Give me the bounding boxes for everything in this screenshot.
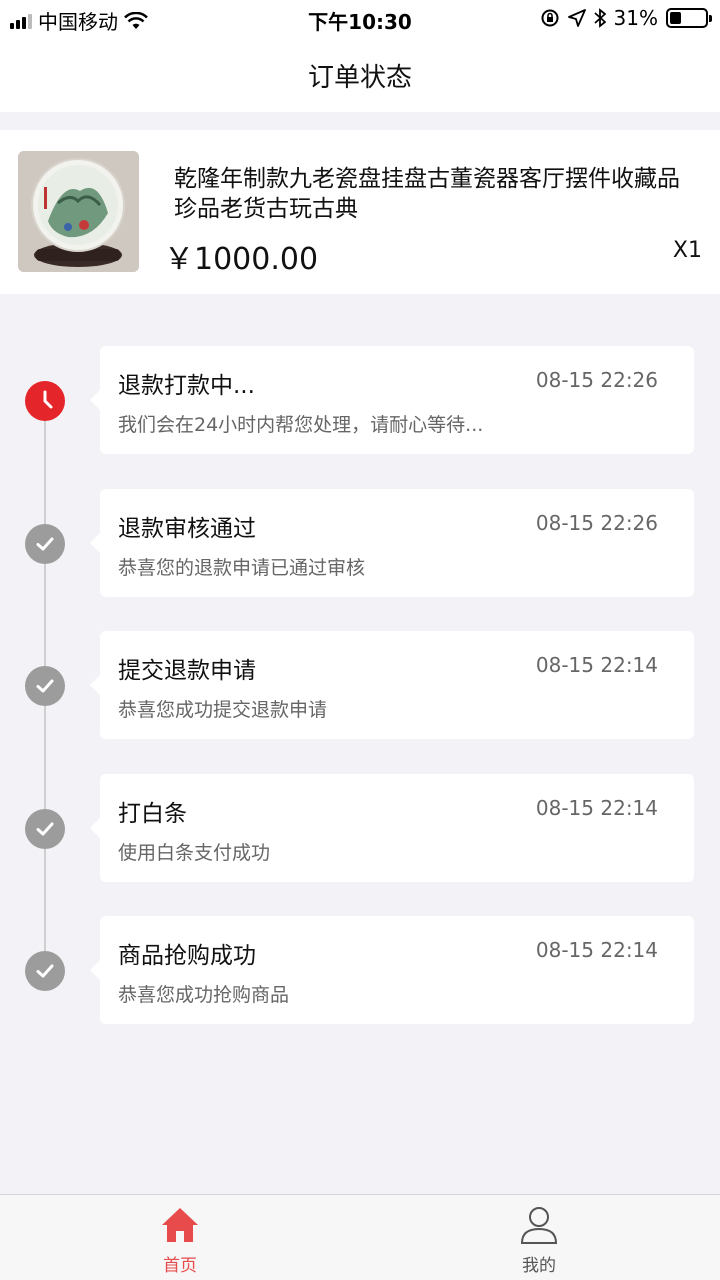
check-icon xyxy=(25,951,65,991)
battery-percent: 31% xyxy=(613,6,658,30)
timeline-time: 08-15 22:14 xyxy=(535,653,658,677)
timeline-title: 退款审核通过 xyxy=(118,516,256,542)
check-icon xyxy=(25,809,65,849)
timeline-title: 退款打款中... xyxy=(118,373,255,399)
timeline-time: 08-15 22:26 xyxy=(535,511,658,535)
product-quantity: X1 xyxy=(672,238,702,263)
user-icon xyxy=(520,1207,558,1244)
timeline-time: 08-15 22:26 xyxy=(535,368,658,392)
status-bar: 中国移动 下午10:30 31% xyxy=(0,0,720,38)
nav-bar: 订单状态 xyxy=(0,38,720,112)
tab-home-label: 首页 xyxy=(163,1256,197,1276)
timeline-desc: 我们会在24小时内帮您处理，请耐心等待... xyxy=(118,414,484,436)
timeline-card: 退款审核通过 08-15 22:26 恭喜您的退款申请已通过审核 xyxy=(90,489,694,597)
tab-me-label: 我的 xyxy=(522,1256,556,1276)
product-image[interactable] xyxy=(18,151,139,272)
home-icon xyxy=(162,1208,198,1242)
timeline-item: 提交退款申请 08-15 22:14 恭喜您成功提交退款申请 xyxy=(0,631,720,739)
timeline-desc: 恭喜您成功抢购商品 xyxy=(118,984,290,1006)
product-card[interactable]: 乾隆年制款九老瓷盘挂盘古董瓷器客厅摆件收藏品珍品老货古玩古典 ￥1000.00 … xyxy=(0,130,720,294)
tab-bar: 首页 我的 xyxy=(0,1194,720,1280)
timeline-desc: 恭喜您成功提交退款申请 xyxy=(118,699,328,721)
check-icon xyxy=(25,524,65,564)
timeline-card: 退款打款中... 08-15 22:26 我们会在24小时内帮您处理，请耐心等待… xyxy=(90,346,694,454)
orientation-lock-icon xyxy=(541,9,559,27)
tab-home[interactable]: 首页 xyxy=(120,1205,240,1276)
check-icon xyxy=(25,666,65,706)
timeline-desc: 使用白条支付成功 xyxy=(118,842,271,864)
timeline-card: 商品抢购成功 08-15 22:14 恭喜您成功抢购商品 xyxy=(90,916,694,1024)
timeline-title: 提交退款申请 xyxy=(118,658,256,684)
clock-icon xyxy=(25,381,65,421)
timeline-time: 08-15 22:14 xyxy=(535,938,658,962)
timeline-title: 商品抢购成功 xyxy=(118,943,256,969)
timeline-item: 打白条 08-15 22:14 使用白条支付成功 xyxy=(0,774,720,882)
status-bar-right: 31% xyxy=(540,6,712,30)
timeline-time: 08-15 22:14 xyxy=(535,796,658,820)
battery-icon xyxy=(666,8,712,28)
location-icon xyxy=(567,9,586,27)
bluetooth-icon xyxy=(593,8,606,28)
product-price: ￥1000.00 xyxy=(164,242,319,277)
timeline-item: 商品抢购成功 08-15 22:14 恭喜您成功抢购商品 xyxy=(0,916,720,1024)
page-title: 订单状态 xyxy=(307,62,412,93)
tab-me[interactable]: 我的 xyxy=(479,1205,599,1276)
timeline-item: 退款审核通过 08-15 22:26 恭喜您的退款申请已通过审核 xyxy=(0,489,720,597)
timeline-desc: 恭喜您的退款申请已通过审核 xyxy=(118,557,366,579)
timeline-card: 打白条 08-15 22:14 使用白条支付成功 xyxy=(90,774,694,882)
product-name: 乾隆年制款九老瓷盘挂盘古董瓷器客厅摆件收藏品珍品老货古玩古典 xyxy=(174,166,680,222)
timeline-title: 打白条 xyxy=(118,801,187,827)
timeline-card: 提交退款申请 08-15 22:14 恭喜您成功提交退款申请 xyxy=(90,631,694,739)
timeline-item: 退款打款中... 08-15 22:26 我们会在24小时内帮您处理，请耐心等待… xyxy=(0,346,720,454)
